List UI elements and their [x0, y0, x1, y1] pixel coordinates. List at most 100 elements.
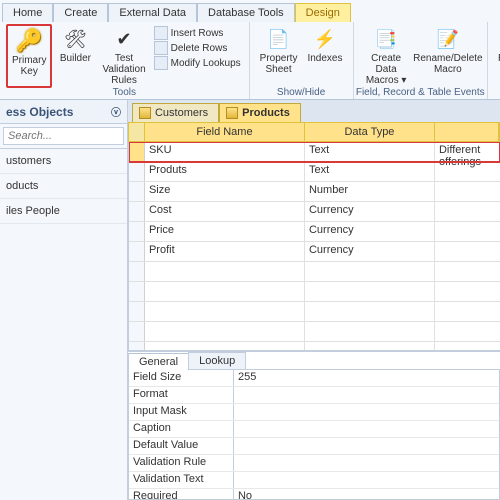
property-value[interactable] — [234, 472, 499, 488]
col-field-name[interactable]: Field Name — [145, 123, 305, 141]
cell-description[interactable] — [435, 262, 500, 281]
col-data-type[interactable]: Data Type — [305, 123, 435, 141]
table-row[interactable]: ProdutsText — [129, 162, 500, 182]
property-row[interactable]: Input Mask — [129, 404, 499, 421]
search-input[interactable] — [3, 127, 124, 145]
cell-description[interactable] — [435, 182, 500, 201]
row-selector-header[interactable] — [129, 123, 145, 141]
table-row[interactable]: SKUTextDifferent offerings — [129, 142, 500, 162]
create-data-macros-button[interactable]: 📑 Create Data Macros ▾ — [360, 24, 413, 88]
prop-tab-lookup[interactable]: Lookup — [188, 352, 246, 369]
row-selector[interactable] — [129, 202, 145, 221]
row-selector[interactable] — [129, 242, 145, 261]
tab-design[interactable]: Design — [295, 3, 351, 22]
cell-description[interactable] — [435, 242, 500, 261]
property-row[interactable]: Validation Rule — [129, 455, 499, 472]
cell-data-type[interactable]: Currency — [305, 202, 435, 221]
cell-field-name[interactable]: Price — [145, 222, 305, 241]
table-tab-customers[interactable]: Customers — [132, 103, 219, 122]
cell-data-type[interactable]: Currency — [305, 222, 435, 241]
nav-item-products[interactable]: oducts — [0, 174, 127, 199]
property-sheet-button[interactable]: 📄 Property Sheet — [256, 24, 302, 77]
property-row[interactable]: Field Size255 — [129, 370, 499, 387]
property-row[interactable]: Default Value — [129, 438, 499, 455]
cell-description[interactable] — [435, 342, 500, 350]
cell-data-type[interactable] — [305, 282, 435, 301]
property-value[interactable] — [234, 455, 499, 471]
cell-field-name[interactable] — [145, 262, 305, 281]
table-row[interactable]: CostCurrency — [129, 202, 500, 222]
property-value[interactable] — [234, 438, 499, 454]
col-description[interactable]: Description — [435, 123, 499, 141]
cell-data-type[interactable] — [305, 342, 435, 350]
cell-field-name[interactable]: Size — [145, 182, 305, 201]
row-selector[interactable] — [129, 342, 145, 350]
tab-home[interactable]: Home — [2, 3, 53, 22]
row-selector[interactable] — [129, 262, 145, 281]
cell-field-name[interactable]: Profit — [145, 242, 305, 261]
row-selector[interactable] — [129, 322, 145, 341]
tab-external-data[interactable]: External Data — [108, 3, 197, 22]
builder-button[interactable]: 🛠 Builder — [54, 24, 96, 88]
table-row[interactable]: PriceCurrency — [129, 222, 500, 242]
cell-field-name[interactable] — [145, 322, 305, 341]
cell-field-name[interactable] — [145, 282, 305, 301]
property-value[interactable] — [234, 404, 499, 420]
delete-rows-button[interactable]: Delete Rows — [154, 41, 241, 55]
nav-item-sales-people[interactable]: iles People — [0, 199, 127, 224]
row-selector[interactable] — [129, 302, 145, 321]
indexes-button[interactable]: ⚡ Indexes — [303, 24, 346, 77]
cell-data-type[interactable] — [305, 302, 435, 321]
properties-grid[interactable]: Field Size255FormatInput MaskCaptionDefa… — [128, 369, 500, 500]
nav-header[interactable]: ess Objects ⓥ — [0, 100, 127, 124]
relationships-button[interactable]: ⬚ Relationships — [494, 24, 500, 77]
nav-item-customers[interactable]: ustomers — [0, 149, 127, 174]
cell-data-type[interactable]: Text — [305, 142, 435, 161]
cell-data-type[interactable]: Text — [305, 162, 435, 181]
row-selector[interactable] — [129, 162, 145, 181]
property-row[interactable]: Format — [129, 387, 499, 404]
table-row[interactable] — [129, 322, 500, 342]
cell-data-type[interactable]: Number — [305, 182, 435, 201]
rename-delete-macro-button[interactable]: 📝 Rename/Delete Macro — [415, 24, 481, 88]
tab-database-tools[interactable]: Database Tools — [197, 3, 295, 22]
cell-field-name[interactable]: Produts — [145, 162, 305, 181]
table-tab-products[interactable]: Products — [219, 103, 301, 122]
tab-create[interactable]: Create — [53, 3, 108, 22]
test-validation-button[interactable]: ✔ Test Validation Rules — [98, 24, 149, 88]
property-row[interactable]: Validation Text — [129, 472, 499, 489]
cell-field-name[interactable]: Cost — [145, 202, 305, 221]
modify-lookups-button[interactable]: Modify Lookups — [154, 56, 241, 70]
insert-rows-button[interactable]: Insert Rows — [154, 26, 241, 40]
table-row[interactable]: ProfitCurrency — [129, 242, 500, 262]
cell-description[interactable] — [435, 162, 500, 181]
property-value[interactable]: 255 — [234, 370, 499, 386]
cell-data-type[interactable] — [305, 262, 435, 281]
property-value[interactable] — [234, 421, 499, 437]
cell-field-name[interactable] — [145, 302, 305, 321]
row-selector[interactable] — [129, 142, 145, 161]
property-row[interactable]: RequiredNo — [129, 489, 499, 500]
cell-description[interactable] — [435, 322, 500, 341]
cell-description[interactable] — [435, 302, 500, 321]
chevron-circle-icon[interactable]: ⓥ — [111, 104, 121, 119]
design-grid[interactable]: SKUTextDifferent offerings ProdutsTextSi… — [128, 142, 500, 350]
property-value[interactable]: No — [234, 489, 499, 500]
cell-description[interactable] — [435, 202, 500, 221]
cell-data-type[interactable] — [305, 322, 435, 341]
row-selector[interactable] — [129, 282, 145, 301]
cell-description[interactable] — [435, 222, 500, 241]
prop-tab-general[interactable]: General — [128, 353, 189, 370]
table-row[interactable] — [129, 342, 500, 350]
property-value[interactable] — [234, 387, 499, 403]
row-selector[interactable] — [129, 182, 145, 201]
property-row[interactable]: Caption — [129, 421, 499, 438]
cell-field-name[interactable] — [145, 342, 305, 350]
primary-key-button[interactable]: 🔑 Primary Key — [8, 26, 50, 79]
cell-field-name[interactable]: SKU — [145, 142, 305, 161]
cell-description[interactable] — [435, 282, 500, 301]
table-row[interactable]: SizeNumber — [129, 182, 500, 202]
table-row[interactable] — [129, 282, 500, 302]
table-row[interactable] — [129, 302, 500, 322]
row-selector[interactable] — [129, 222, 145, 241]
